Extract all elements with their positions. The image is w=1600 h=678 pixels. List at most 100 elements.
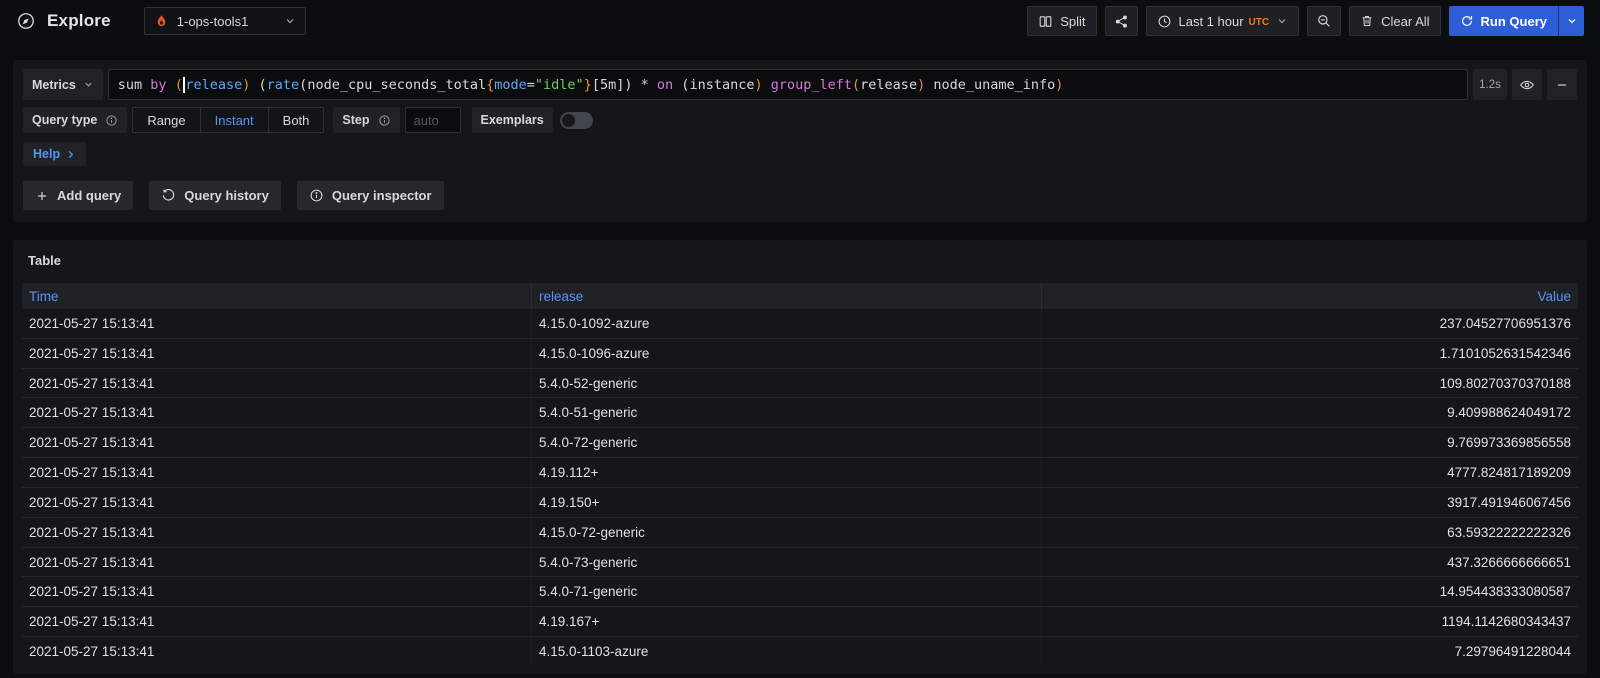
query-type-label: Query type [32, 113, 97, 127]
run-query-label: Run Query [1481, 14, 1547, 29]
query-type-radio-group: RangeInstantBoth [132, 107, 324, 133]
query-type-option-instant[interactable]: Instant [201, 108, 269, 132]
table-cell-time: 2021-05-27 15:13:41 [22, 428, 532, 457]
split-button[interactable]: Split [1027, 6, 1096, 36]
run-query-dropdown-button[interactable] [1558, 6, 1584, 36]
table-cell-release: 5.4.0-52-generic [532, 369, 1042, 398]
table-row: 2021-05-27 15:13:414.15.0-72-generic63.5… [22, 518, 1578, 548]
query-expression: sum by (release) (rate(node_cpu_seconds_… [118, 77, 1064, 93]
table-panel: Table Time release Value 2021-05-27 15:1… [13, 240, 1587, 674]
table-cell-value: 14.954438333080587 [1042, 577, 1578, 606]
table-cell-value: 9.409988624049172 [1042, 398, 1578, 427]
table-row: 2021-05-27 15:13:414.15.0-1092-azure237.… [22, 309, 1578, 339]
time-range-label: Last 1 hour [1179, 14, 1244, 29]
table-row: 2021-05-27 15:13:414.19.112+4777.8248171… [22, 458, 1578, 488]
query-editor-panel: Metrics sum by (release) (rate(node_cpu_… [13, 60, 1587, 222]
column-header-value[interactable]: Value [1042, 283, 1578, 309]
chevron-down-icon [284, 15, 296, 27]
table-cell-release: 5.4.0-51-generic [532, 398, 1042, 427]
sync-icon [1460, 14, 1474, 28]
query-inspector-label: Query inspector [332, 188, 432, 203]
minus-icon [1555, 78, 1569, 92]
clock-icon [1157, 14, 1172, 29]
timezone-label: UTC [1249, 17, 1270, 28]
table-cell-time: 2021-05-27 15:13:41 [22, 548, 532, 577]
chevron-down-icon [83, 79, 94, 90]
add-query-button[interactable]: Add query [23, 181, 133, 210]
query-input[interactable]: sum by (release) (rate(node_cpu_seconds_… [108, 69, 1468, 100]
table-cell-value: 1194.1142680343437 [1042, 607, 1578, 636]
table-cell-value: 109.80270370370188 [1042, 369, 1578, 398]
table-row: 2021-05-27 15:13:414.19.150+3917.4919460… [22, 488, 1578, 518]
table-cell-release: 4.15.0-1096-azure [532, 339, 1042, 368]
plus-icon [35, 189, 49, 203]
table-cell-release: 4.19.150+ [532, 488, 1042, 517]
query-inspector-button[interactable]: Query inspector [297, 181, 444, 210]
info-circle-icon[interactable] [105, 114, 118, 127]
run-query-button[interactable]: Run Query [1449, 6, 1558, 36]
table-cell-release: 5.4.0-71-generic [532, 577, 1042, 606]
table-cell-time: 2021-05-27 15:13:41 [22, 607, 532, 636]
chevron-right-icon [65, 149, 76, 160]
table-cell-release: 4.15.0-1103-azure [532, 637, 1042, 666]
history-icon [161, 188, 176, 203]
panel-header[interactable]: Table [22, 240, 1578, 280]
clear-all-button[interactable]: Clear All [1349, 6, 1440, 36]
help-label: Help [33, 147, 60, 161]
page-title: Explore [47, 11, 111, 31]
table-row: 2021-05-27 15:13:415.4.0-71-generic14.95… [22, 577, 1578, 607]
trash-icon [1360, 14, 1374, 28]
table-cell-value: 63.59322222222326 [1042, 518, 1578, 547]
run-query-group: Run Query [1449, 6, 1584, 36]
table-cell-time: 2021-05-27 15:13:41 [22, 339, 532, 368]
table-row: 2021-05-27 15:13:415.4.0-51-generic9.409… [22, 398, 1578, 428]
table-cell-value: 3917.491946067456 [1042, 488, 1578, 517]
top-toolbar: Explore 1-ops-tools1 Split [0, 0, 1600, 42]
table-cell-time: 2021-05-27 15:13:41 [22, 398, 532, 427]
metrics-label: Metrics [32, 78, 76, 92]
step-input[interactable] [405, 107, 461, 133]
panel-title: Table [28, 253, 61, 268]
table-cell-time: 2021-05-27 15:13:41 [22, 518, 532, 547]
table-cell-time: 2021-05-27 15:13:41 [22, 458, 532, 487]
share-button[interactable] [1105, 6, 1138, 36]
query-type-option-range[interactable]: Range [133, 108, 200, 132]
explore-compass-icon [16, 11, 36, 31]
chevron-down-icon [1566, 15, 1578, 27]
column-header-time[interactable]: Time [22, 283, 532, 309]
table-cell-release: 5.4.0-73-generic [532, 548, 1042, 577]
toggle-knob [562, 114, 575, 127]
table-row: 2021-05-27 15:13:415.4.0-52-generic109.8… [22, 369, 1578, 399]
query-history-button[interactable]: Query history [149, 181, 281, 210]
clear-all-label: Clear All [1381, 14, 1429, 29]
table-row: 2021-05-27 15:13:415.4.0-72-generic9.769… [22, 428, 1578, 458]
table-cell-time: 2021-05-27 15:13:41 [22, 577, 532, 606]
exemplars-label-box: Exemplars [472, 107, 553, 133]
exemplars-label: Exemplars [481, 113, 544, 127]
query-type-label-box: Query type [23, 107, 127, 133]
column-header-release[interactable]: release [532, 283, 1042, 309]
table-row: 2021-05-27 15:13:414.15.0-1096-azure1.71… [22, 339, 1578, 369]
time-range-picker[interactable]: Last 1 hour UTC [1146, 6, 1300, 36]
table-row: 2021-05-27 15:13:415.4.0-73-generic437.3… [22, 548, 1578, 578]
datasource-picker[interactable]: 1-ops-tools1 [144, 7, 306, 35]
info-circle-icon[interactable] [378, 114, 391, 127]
table-cell-release: 4.15.0-72-generic [532, 518, 1042, 547]
table-cell-release: 5.4.0-72-generic [532, 428, 1042, 457]
query-type-option-both[interactable]: Both [269, 108, 324, 132]
exemplars-toggle[interactable] [560, 112, 593, 129]
zoom-out-button[interactable] [1307, 6, 1341, 36]
table-cell-value: 9.769973369856558 [1042, 428, 1578, 457]
toggle-query-visibility-button[interactable] [1512, 69, 1542, 100]
remove-query-button[interactable] [1547, 69, 1577, 100]
table-cell-release: 4.19.112+ [532, 458, 1042, 487]
prometheus-icon [154, 14, 169, 29]
table-body: 2021-05-27 15:13:414.15.0-1092-azure237.… [22, 309, 1578, 666]
metrics-dropdown[interactable]: Metrics [23, 69, 103, 100]
help-link[interactable]: Help [23, 142, 86, 166]
table-row: 2021-05-27 15:13:414.19.167+1194.1142680… [22, 607, 1578, 637]
chevron-down-icon [1276, 15, 1288, 27]
eye-icon [1519, 77, 1535, 93]
datasource-name: 1-ops-tools1 [177, 14, 276, 29]
table-cell-value: 7.29796491228044 [1042, 637, 1578, 666]
